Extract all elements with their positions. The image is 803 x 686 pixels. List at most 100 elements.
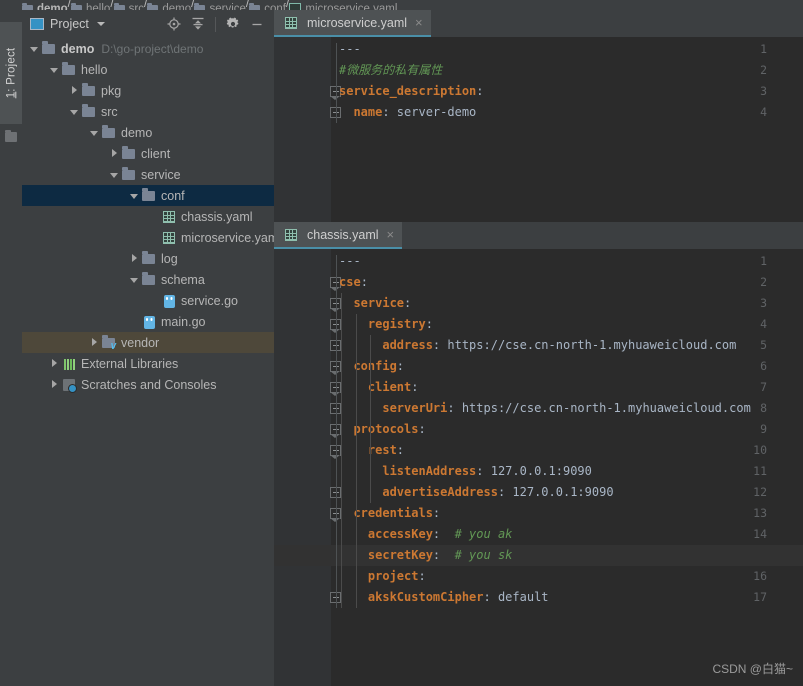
breadcrumb-item-hello[interactable]: hello <box>71 1 110 10</box>
collapse-all-icon[interactable] <box>187 13 209 35</box>
breadcrumb-item-src[interactable]: src <box>113 1 144 10</box>
code-line[interactable]: cse: <box>339 272 368 293</box>
gear-icon[interactable] <box>222 13 244 35</box>
chevron-down-icon[interactable] <box>108 169 120 181</box>
breadcrumb-item-microservice-yaml[interactable]: microservice.yaml <box>289 1 397 10</box>
tree-node-client[interactable]: client <box>22 143 274 164</box>
line-number: 5 <box>760 338 767 352</box>
code-line[interactable]: serverUri: https://cse.cn-north-1.myhuaw… <box>339 398 750 419</box>
chevron-right-icon[interactable] <box>48 379 60 391</box>
breadcrumb-item-label: hello <box>86 3 111 10</box>
locate-icon[interactable] <box>163 13 185 35</box>
code-line[interactable]: --- <box>339 251 361 272</box>
tree-node-pkg[interactable]: pkg <box>22 80 274 101</box>
tree-node-demo[interactable]: demo <box>22 122 274 143</box>
code-line[interactable]: rest: <box>339 440 404 461</box>
code-value: : default <box>483 590 549 604</box>
close-icon[interactable]: × <box>387 228 395 241</box>
editor-tabbar-top: microservice.yaml × <box>274 10 803 37</box>
code-line[interactable]: --- <box>339 39 361 60</box>
tree-node-main-go[interactable]: main.go <box>22 311 274 332</box>
editor-split-bottom: chassis.yaml × 1 --- 2 cse: 3 service: 4 regi… <box>274 222 803 686</box>
libraries-icon <box>61 356 77 372</box>
code-line[interactable]: config: <box>339 356 404 377</box>
tree-node-service-go[interactable]: service.go <box>22 290 274 311</box>
code-line[interactable]: #微服务的私有属性 <box>339 60 442 81</box>
chevron-down-icon[interactable] <box>128 190 140 202</box>
code-line[interactable]: credentials: <box>339 503 440 524</box>
code-editor-microservice-yaml[interactable]: 1 --- 2 #微服务的私有属性 3 service_description: 4 nam… <box>274 37 803 222</box>
breadcrumb-item-demo[interactable]: demo <box>22 1 68 10</box>
editor-tab-microservice-yaml[interactable]: microservice.yaml × <box>274 10 431 37</box>
editor-scrollbar-bottom[interactable] <box>790 249 803 686</box>
code-line[interactable]: client: <box>339 377 419 398</box>
tree-node-conf[interactable]: conf <box>22 185 274 206</box>
tree-node-hello[interactable]: hello <box>22 59 274 80</box>
project-panel-toolbar <box>163 10 268 38</box>
chevron-down-icon[interactable] <box>48 64 60 76</box>
tree-node-log[interactable]: log <box>22 248 274 269</box>
line-number: 14 <box>753 527 767 541</box>
code-key: address <box>339 338 433 352</box>
tree-node-label: pkg <box>101 83 122 98</box>
code-line[interactable]: address: https://cse.cn-north-1.myhuawei… <box>339 335 736 356</box>
chevron-right-icon[interactable] <box>48 358 60 370</box>
code-editor-chassis-yaml[interactable]: 1 --- 2 cse: 3 service: 4 registry: 5 address:… <box>274 249 803 686</box>
project-panel-title[interactable]: Project <box>30 17 105 31</box>
tool-window-tab-project[interactable]: 1: Project <box>0 22 22 124</box>
code-line[interactable]: listenAddress: 127.0.0.1:9090 <box>339 461 592 482</box>
code-value: : server-demo <box>382 105 477 119</box>
close-icon[interactable]: × <box>415 16 423 29</box>
code-line[interactable]: akskCustomCipher: default <box>339 587 549 608</box>
code-line[interactable]: advertiseAddress: 127.0.0.1:9090 <box>339 482 613 503</box>
chevron-right-icon[interactable] <box>68 85 80 97</box>
code-line[interactable]: secretKey: # you sk <box>274 545 803 566</box>
breadcrumb-item-conf[interactable]: conf <box>249 1 286 10</box>
minimize-icon[interactable] <box>246 13 268 35</box>
tree-node-service[interactable]: service <box>22 164 274 185</box>
fold-connector <box>335 255 337 608</box>
indent-guide <box>341 293 342 608</box>
chevron-down-icon[interactable] <box>28 43 40 55</box>
tree-node-microservice-yaml[interactable]: microservice.yaml <box>22 227 281 248</box>
code-value: : <box>411 380 419 394</box>
code-comment: #微服务的私有属性 <box>339 63 443 77</box>
chevron-down-icon[interactable] <box>128 274 140 286</box>
tree-node-src[interactable]: src <box>22 101 274 122</box>
chevron-right-icon[interactable] <box>108 148 120 160</box>
breadcrumb-item-demo[interactable]: demo <box>147 1 191 10</box>
code-key: akskCustomCipher <box>339 590 484 604</box>
breadcrumb-item-service[interactable]: service <box>194 1 246 10</box>
line-number: 16 <box>753 569 767 583</box>
code-line[interactable]: name: server-demo <box>339 102 476 123</box>
editor-gutter[interactable] <box>274 249 331 686</box>
chevron-down-icon[interactable] <box>88 127 100 139</box>
editor-gutter[interactable] <box>274 37 331 222</box>
tree-node-external-libraries[interactable]: External Libraries <box>22 353 274 374</box>
tree-node-demo[interactable]: demo D:\go-project\demo <box>22 38 274 59</box>
line-number: 6 <box>760 359 767 373</box>
breadcrumb-item-label: conf <box>264 3 287 10</box>
code-line[interactable]: project: <box>339 566 426 587</box>
chevron-right-icon[interactable] <box>88 337 100 349</box>
project-tree[interactable]: demo D:\go-project\demo hello pkg src demo cli… <box>22 38 281 395</box>
tree-node-chassis-yaml[interactable]: chassis.yaml <box>22 206 274 227</box>
code-line[interactable]: accessKey: # you ak <box>339 524 513 545</box>
tree-node-vendor[interactable]: vendor <box>22 332 274 353</box>
code-line[interactable]: protocols: <box>339 419 425 440</box>
chevron-down-icon[interactable] <box>96 22 105 26</box>
editor-tab-label: chassis.yaml <box>307 227 379 242</box>
editor-scrollbar-top[interactable] <box>790 37 803 222</box>
tree-node-scratches-and-consoles[interactable]: Scratches and Consoles <box>22 374 274 395</box>
chevron-right-icon[interactable] <box>128 253 140 265</box>
tree-node-schema[interactable]: schema <box>22 269 274 290</box>
chevron-down-icon[interactable] <box>68 106 80 118</box>
code-line[interactable]: service_description: <box>339 81 484 102</box>
tree-node-label: service.go <box>181 293 238 308</box>
code-line[interactable]: registry: <box>339 314 433 335</box>
code-line[interactable]: service: <box>339 293 411 314</box>
editor-tab-chassis-yaml[interactable]: chassis.yaml × <box>274 222 403 249</box>
